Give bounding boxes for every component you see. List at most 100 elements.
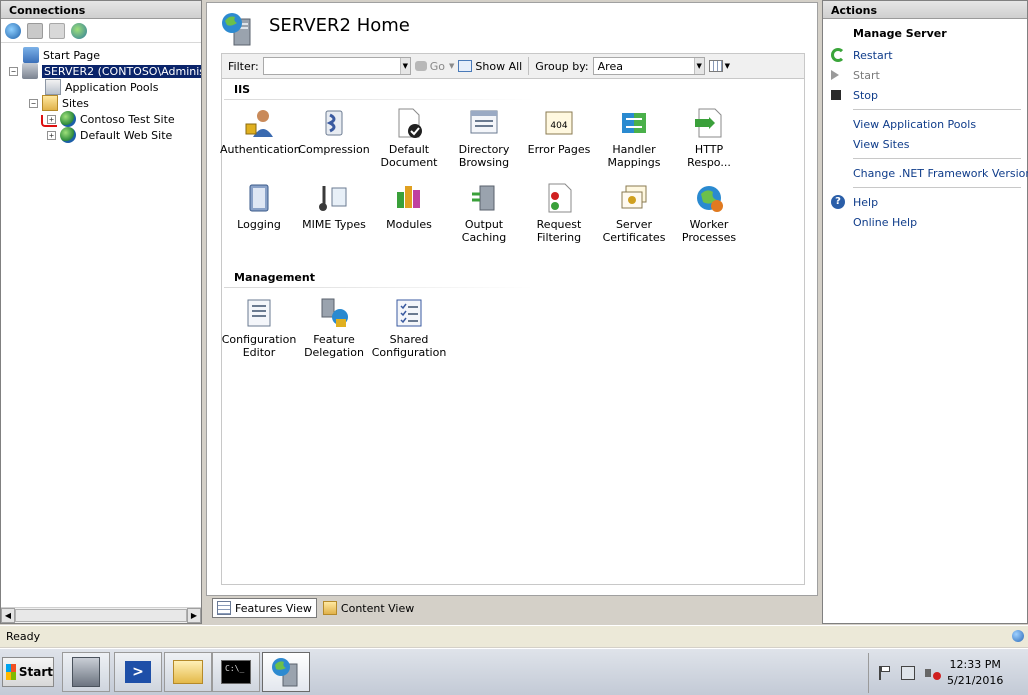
tree-item-label: SERVER2 (CONTOSO\Administra xyxy=(42,64,201,78)
go-label: Go xyxy=(429,59,446,73)
help-icon: ? xyxy=(831,195,845,209)
feature-delegation-icon xyxy=(318,297,350,329)
filter-toolbar: Filter: ▼ Go ▼ Show All Group by: Area ▼… xyxy=(221,53,805,79)
scroll-left-icon[interactable]: ◀ xyxy=(1,608,15,623)
view-mode-button[interactable]: ▼ xyxy=(708,60,731,72)
tab-label: Content View xyxy=(340,601,415,615)
feature-shared-configuration[interactable]: Shared Configuration xyxy=(370,297,448,359)
mime-types-icon xyxy=(318,182,350,214)
tree-item-start-page[interactable]: Start Page xyxy=(23,47,100,63)
feature-label-line2: Certificates xyxy=(602,231,666,244)
restart-action[interactable]: Restart xyxy=(823,45,1027,65)
scroll-thumb[interactable] xyxy=(15,609,187,622)
collapse-icon[interactable]: − xyxy=(29,98,38,108)
start-button[interactable]: Start xyxy=(2,657,54,687)
server-manager-taskbar-button[interactable] xyxy=(62,652,110,692)
feature-feature-delegation[interactable]: Feature Delegation xyxy=(295,297,373,359)
powershell-taskbar-button[interactable]: > xyxy=(114,652,162,692)
view-app-pools-action[interactable]: View Application Pools xyxy=(823,114,1027,134)
expand-icon[interactable]: + xyxy=(47,130,56,140)
network-status-icon xyxy=(1012,630,1024,642)
feature-handler-mappings[interactable]: Handler Mappings xyxy=(595,107,673,169)
save-icon[interactable] xyxy=(27,22,43,39)
feature-label: HTTP xyxy=(694,143,724,156)
filter-input[interactable]: ▼ xyxy=(262,57,411,75)
folder-icon xyxy=(173,660,203,684)
view-sites-action[interactable]: View Sites xyxy=(823,134,1027,154)
feature-worker-processes[interactable]: Worker Processes xyxy=(670,182,748,244)
change-net-action[interactable]: Change .NET Framework Version xyxy=(823,163,1028,183)
tree-item-server[interactable]: − SERVER2 (CONTOSO\Administra xyxy=(9,63,201,79)
feature-configuration-editor[interactable]: Configuration Editor xyxy=(220,297,298,359)
action-label: Start xyxy=(853,68,880,82)
go-dropdown-icon[interactable]: ▼ xyxy=(449,62,454,70)
feature-label: Authentication xyxy=(220,143,301,156)
cmd-taskbar-button[interactable]: C:\_ xyxy=(212,652,260,692)
collapse-icon[interactable]: − xyxy=(9,66,18,76)
online-help-action[interactable]: Online Help xyxy=(823,212,1027,232)
feature-http-response[interactable]: HTTP Respo... xyxy=(670,107,748,169)
filter-label: Filter: xyxy=(228,59,259,73)
start-label: Start xyxy=(18,665,53,679)
globe-icon xyxy=(60,111,76,127)
play-icon xyxy=(831,70,839,80)
feature-server-certificates[interactable]: Server Certificates xyxy=(595,182,673,244)
feature-label: Logging xyxy=(237,218,281,231)
clock[interactable]: 12:33 PM 5/21/2016 xyxy=(947,657,1003,689)
group-by-select[interactable]: Area ▼ xyxy=(592,57,705,75)
tree-item-default-web-site[interactable]: + Default Web Site xyxy=(47,127,172,143)
tree-item-app-pools[interactable]: Application Pools xyxy=(45,79,158,95)
features-view-icon xyxy=(217,601,231,615)
go-button[interactable]: Go xyxy=(414,59,446,73)
feature-label-line2: Respo... xyxy=(687,156,731,169)
clock-date: 5/21/2016 xyxy=(947,674,1004,687)
feature-label: Output xyxy=(464,218,504,231)
feature-label-line2: Configuration xyxy=(371,346,447,359)
scroll-right-icon[interactable]: ▶ xyxy=(187,608,201,623)
feature-output-caching[interactable]: Output Caching xyxy=(445,182,523,244)
show-all-button[interactable]: Show All xyxy=(458,60,522,73)
group-by-value: Area xyxy=(597,59,623,73)
feature-directory-browsing[interactable]: Directory Browsing xyxy=(445,107,523,169)
authentication-icon xyxy=(243,107,275,139)
up-icon[interactable] xyxy=(49,22,65,39)
tree-item-contoso-test-site[interactable]: + Contoso Test Site xyxy=(47,111,175,127)
volume-muted-icon[interactable] xyxy=(925,666,941,680)
tab-features-view[interactable]: Features View xyxy=(212,598,317,618)
tree-item-sites[interactable]: − Sites xyxy=(29,95,89,111)
output-caching-icon xyxy=(468,182,500,214)
status-text: Ready xyxy=(6,630,41,643)
tab-content-view[interactable]: Content View xyxy=(319,598,418,618)
feature-mime-types[interactable]: MIME Types xyxy=(295,182,373,231)
feature-request-filtering[interactable]: Request Filtering xyxy=(520,182,598,244)
application-pools-icon xyxy=(45,79,61,95)
connections-scrollbar[interactable]: ◀ ▶ xyxy=(1,607,201,623)
features-area: IIS Authentication Compression Default Docu… xyxy=(220,79,805,585)
explorer-taskbar-button[interactable] xyxy=(164,652,212,692)
start-action[interactable]: Start xyxy=(823,65,1027,85)
chevron-down-icon[interactable]: ▼ xyxy=(693,58,704,74)
feature-label: Request xyxy=(536,218,582,231)
stop-action[interactable]: Stop xyxy=(823,85,1027,105)
disconnect-icon[interactable] xyxy=(71,22,87,39)
red-annotation-mark xyxy=(41,115,57,127)
chevron-down-icon: ▼ xyxy=(724,62,731,70)
feature-modules[interactable]: Modules xyxy=(370,182,448,231)
feature-label: Shared xyxy=(389,333,429,346)
section-title: Manage Server xyxy=(853,27,947,40)
network-icon[interactable] xyxy=(901,666,915,680)
feature-default-document[interactable]: Default Document xyxy=(370,107,448,169)
iis-manager-taskbar-button[interactable] xyxy=(262,652,310,692)
feature-logging[interactable]: Logging xyxy=(220,182,298,231)
feature-error-pages[interactable]: 404 Error Pages xyxy=(520,107,598,156)
connect-icon[interactable] xyxy=(5,22,21,39)
feature-authentication[interactable]: Authentication xyxy=(220,107,301,156)
start-page-icon xyxy=(23,47,39,63)
feature-compression[interactable]: Compression xyxy=(295,107,373,156)
help-action[interactable]: ? Help xyxy=(823,192,1027,212)
chevron-down-icon[interactable]: ▼ xyxy=(399,58,410,74)
flag-icon[interactable] xyxy=(879,666,891,680)
feature-label: Compression xyxy=(298,143,370,156)
group-by-label: Group by: xyxy=(535,59,589,73)
system-tray: 12:33 PM 5/21/2016 xyxy=(868,653,1028,693)
